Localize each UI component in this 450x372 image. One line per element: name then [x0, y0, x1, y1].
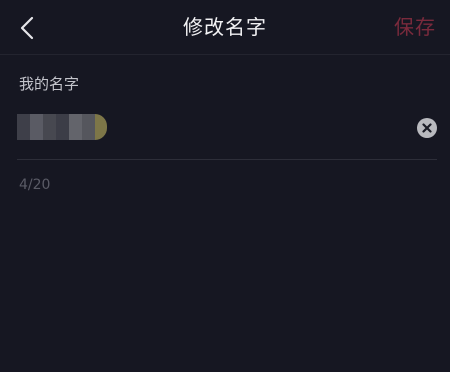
name-field — [17, 110, 437, 146]
navigation-bar: 修改名字 保存 — [0, 0, 450, 55]
clear-circle-icon — [422, 123, 432, 133]
name-input[interactable] — [101, 114, 405, 144]
clear-button[interactable] — [417, 118, 437, 138]
edit-name-screen: 修改名字 保存 我的名字 4/20 — [0, 0, 450, 372]
name-field-label: 我的名字 — [19, 75, 80, 93]
character-counter: 4/20 — [19, 177, 51, 193]
field-divider — [17, 159, 437, 160]
page-title: 修改名字 — [183, 15, 267, 39]
blurred-name-text — [17, 114, 107, 140]
save-button[interactable]: 保存 — [394, 13, 436, 41]
